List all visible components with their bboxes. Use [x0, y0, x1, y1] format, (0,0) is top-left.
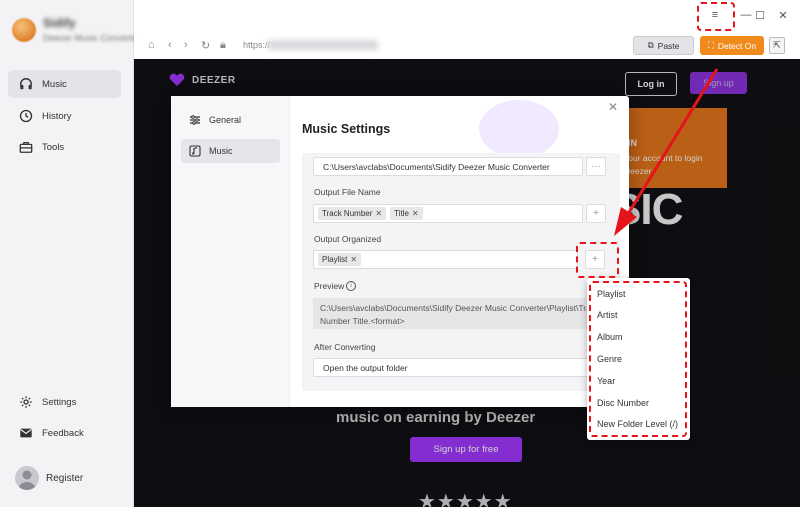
mail-icon	[20, 428, 32, 438]
after-converting-label: After Converting	[314, 342, 376, 352]
settings-tab-label: General	[209, 115, 242, 125]
sidebar-item-label: Settings	[42, 396, 77, 408]
settings-tab-music[interactable]: Music	[181, 139, 280, 163]
user-icon	[18, 470, 36, 490]
close-window-button[interactable]: ✕	[771, 6, 795, 24]
reload-icon[interactable]: ↻	[201, 39, 210, 52]
close-icon: ✕	[608, 100, 619, 114]
output-organized-label: Output Organized	[314, 234, 382, 244]
sidebar-item-tools[interactable]: Tools	[8, 133, 121, 161]
preview-line: C:\Users\avclabs\Documents\Sidify Deezer…	[320, 303, 590, 313]
address-bar[interactable]: https://	[243, 40, 270, 50]
paste-button[interactable]: ⧉ Paste	[633, 36, 694, 55]
maximize-button[interactable]: ☐	[748, 6, 772, 24]
app-subtitle: Deezer Music Converter	[43, 33, 141, 43]
chip-label: Track Number	[322, 209, 373, 218]
sidebar-item-music[interactable]: Music	[8, 70, 121, 98]
preview-path: C:\Users\avclabs\Documents\Sidify Deezer…	[313, 298, 590, 329]
dialog-decoration	[479, 100, 559, 158]
info-icon[interactable]: i	[346, 281, 356, 291]
sidebar-item-label: History	[42, 110, 72, 122]
chip-label: Title	[394, 209, 409, 218]
sidebar-item-settings[interactable]: Settings	[8, 388, 121, 416]
gear-icon	[20, 396, 32, 408]
open-external-button[interactable]: ⇱	[769, 37, 785, 54]
dialog-close-button[interactable]: ✕	[608, 100, 618, 114]
annotation-menu-highlight	[697, 2, 735, 31]
annotation-add-button-highlight	[576, 242, 619, 278]
preview-label: Preview	[314, 281, 345, 291]
external-icon: ⇱	[773, 40, 781, 50]
register-link[interactable]: Register	[46, 473, 83, 484]
output-folder-field[interactable]: C:\Users\avclabs\Documents\Sidify Deezer…	[313, 157, 583, 176]
settings-tab-general[interactable]: General	[181, 108, 280, 132]
sidebar-item-feedback[interactable]: Feedback	[8, 419, 121, 447]
copy-icon: ⧉	[647, 40, 654, 50]
chip-label: Playlist	[322, 255, 348, 264]
forward-icon[interactable]: ›	[184, 39, 188, 51]
detect-on-button[interactable]: ⛶ Detect On	[700, 36, 764, 55]
chip-track-number: Track Number ✕	[318, 207, 387, 220]
clock-icon	[19, 109, 33, 123]
annotation-dropdown-highlight	[589, 281, 687, 437]
sidebar-item-history[interactable]: History	[8, 102, 121, 130]
sidebar-item-label: Music	[42, 78, 67, 90]
browse-folder-button[interactable]: ···	[586, 157, 606, 176]
app-name: Sidify	[43, 16, 76, 30]
output-organized-field[interactable]: Playlist ✕	[313, 250, 578, 269]
preview-line: Number Title.<format>	[320, 316, 405, 326]
sidebar-item-label: Tools	[42, 141, 65, 153]
output-file-name-field[interactable]: Track Number ✕ Title ✕	[313, 204, 583, 223]
avatar[interactable]	[15, 466, 39, 490]
app-logo	[12, 18, 36, 42]
detect-icon: ⛶	[707, 40, 714, 50]
back-icon[interactable]: ‹	[168, 39, 172, 51]
maximize-icon: ☐	[755, 9, 765, 22]
detect-label: Detect On	[717, 40, 757, 51]
music-note-icon	[189, 145, 201, 157]
chip-remove-icon[interactable]: ✕	[350, 255, 357, 264]
home-icon[interactable]: ⌂	[148, 39, 155, 51]
add-file-name-tag-button[interactable]: +	[586, 204, 606, 223]
output-file-name-label: Output File Name	[314, 187, 381, 197]
chip-remove-icon[interactable]: ✕	[375, 209, 382, 218]
after-converting-select[interactable]: Open the output folder	[313, 358, 590, 377]
headphones-icon	[20, 78, 32, 90]
address-bar-blurred	[268, 40, 378, 50]
sliders-icon	[190, 115, 200, 125]
dialog-title: Music Settings	[302, 122, 391, 136]
close-icon: ✕	[778, 9, 788, 22]
chip-remove-icon[interactable]: ✕	[412, 209, 419, 218]
chip-playlist: Playlist ✕	[318, 253, 362, 266]
lock-icon: 🔒︎	[220, 39, 226, 51]
chip-title: Title ✕	[390, 207, 423, 220]
paste-label: Paste	[657, 40, 680, 51]
settings-tab-label: Music	[209, 146, 233, 156]
sidebar-item-label: Feedback	[42, 427, 84, 439]
toolbox-icon	[19, 141, 33, 153]
